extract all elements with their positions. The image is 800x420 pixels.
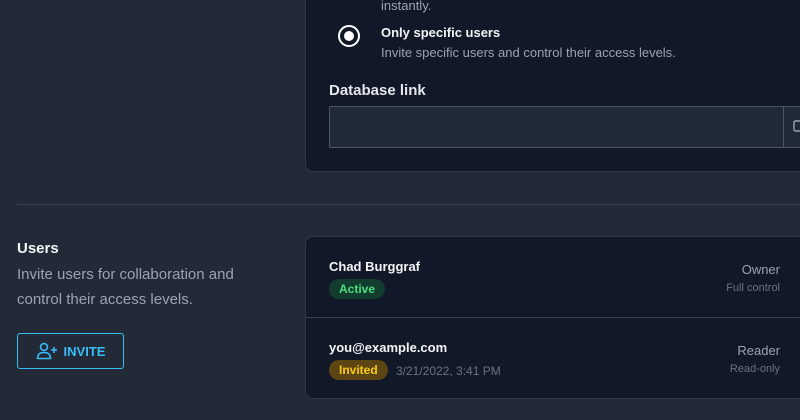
- invite-button[interactable]: INVITE: [17, 333, 124, 369]
- invite-date: 3/21/2022, 3:41 PM: [396, 364, 501, 378]
- users-section-description: Invite users for collaboration and contr…: [17, 266, 234, 308]
- status-badge: Invited: [329, 360, 388, 380]
- status-badge: Active: [329, 279, 386, 299]
- database-link-label: Database link: [329, 82, 426, 99]
- invite-button-label: INVITE: [63, 343, 106, 359]
- user-permission: Full control: [726, 282, 780, 294]
- user-name: you@example.com: [329, 340, 448, 355]
- previous-option-description: instantly.: [381, 0, 432, 13]
- user-role[interactable]: Reader: [737, 343, 780, 358]
- section-divider: [17, 204, 800, 205]
- database-link-input[interactable]: [329, 106, 800, 148]
- users-list-card: Chad Burggraf Active Owner Full control …: [305, 236, 800, 399]
- user-row[interactable]: you@example.com Invited 3/21/2022, 3:41 …: [306, 318, 800, 398]
- only-specific-users-radio[interactable]: [338, 25, 360, 47]
- user-plus-icon: [36, 342, 57, 360]
- page: instantly. Only specific users Invite sp…: [0, 0, 800, 420]
- status-badge-label: Active: [339, 282, 376, 296]
- users-section-title: Users: [17, 240, 59, 257]
- user-permission: Read-only: [729, 363, 780, 375]
- copy-icon[interactable]: [793, 120, 800, 132]
- radio-option-description: Invite specific users and control their …: [381, 45, 676, 60]
- user-row[interactable]: Chad Burggraf Active Owner Full control: [306, 237, 800, 318]
- input-addon-divider: [783, 107, 784, 147]
- user-role[interactable]: Owner: [742, 262, 780, 277]
- radio-option-title[interactable]: Only specific users: [381, 25, 500, 40]
- status-badge-label: Invited: [339, 363, 378, 377]
- radio-selected-dot: [344, 31, 354, 41]
- user-name: Chad Burggraf: [329, 259, 420, 274]
